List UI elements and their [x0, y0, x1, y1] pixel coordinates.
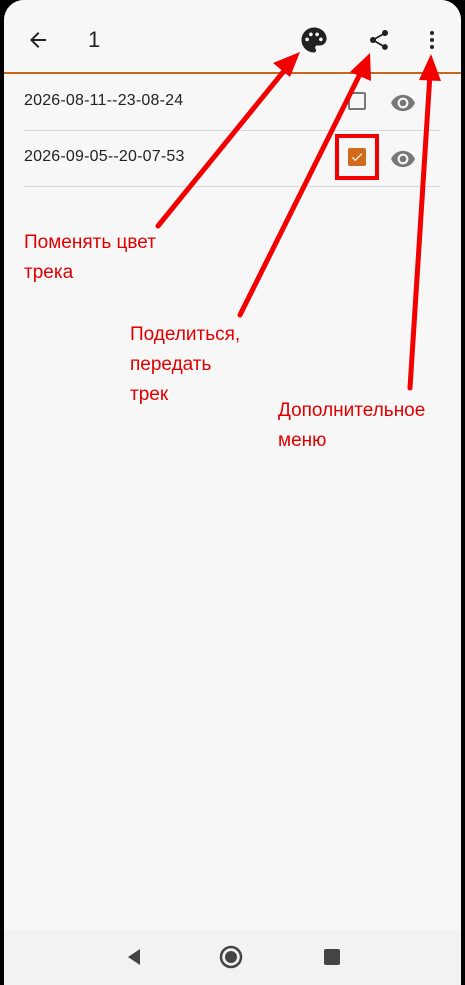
- annotation-arrows: [155, 52, 441, 391]
